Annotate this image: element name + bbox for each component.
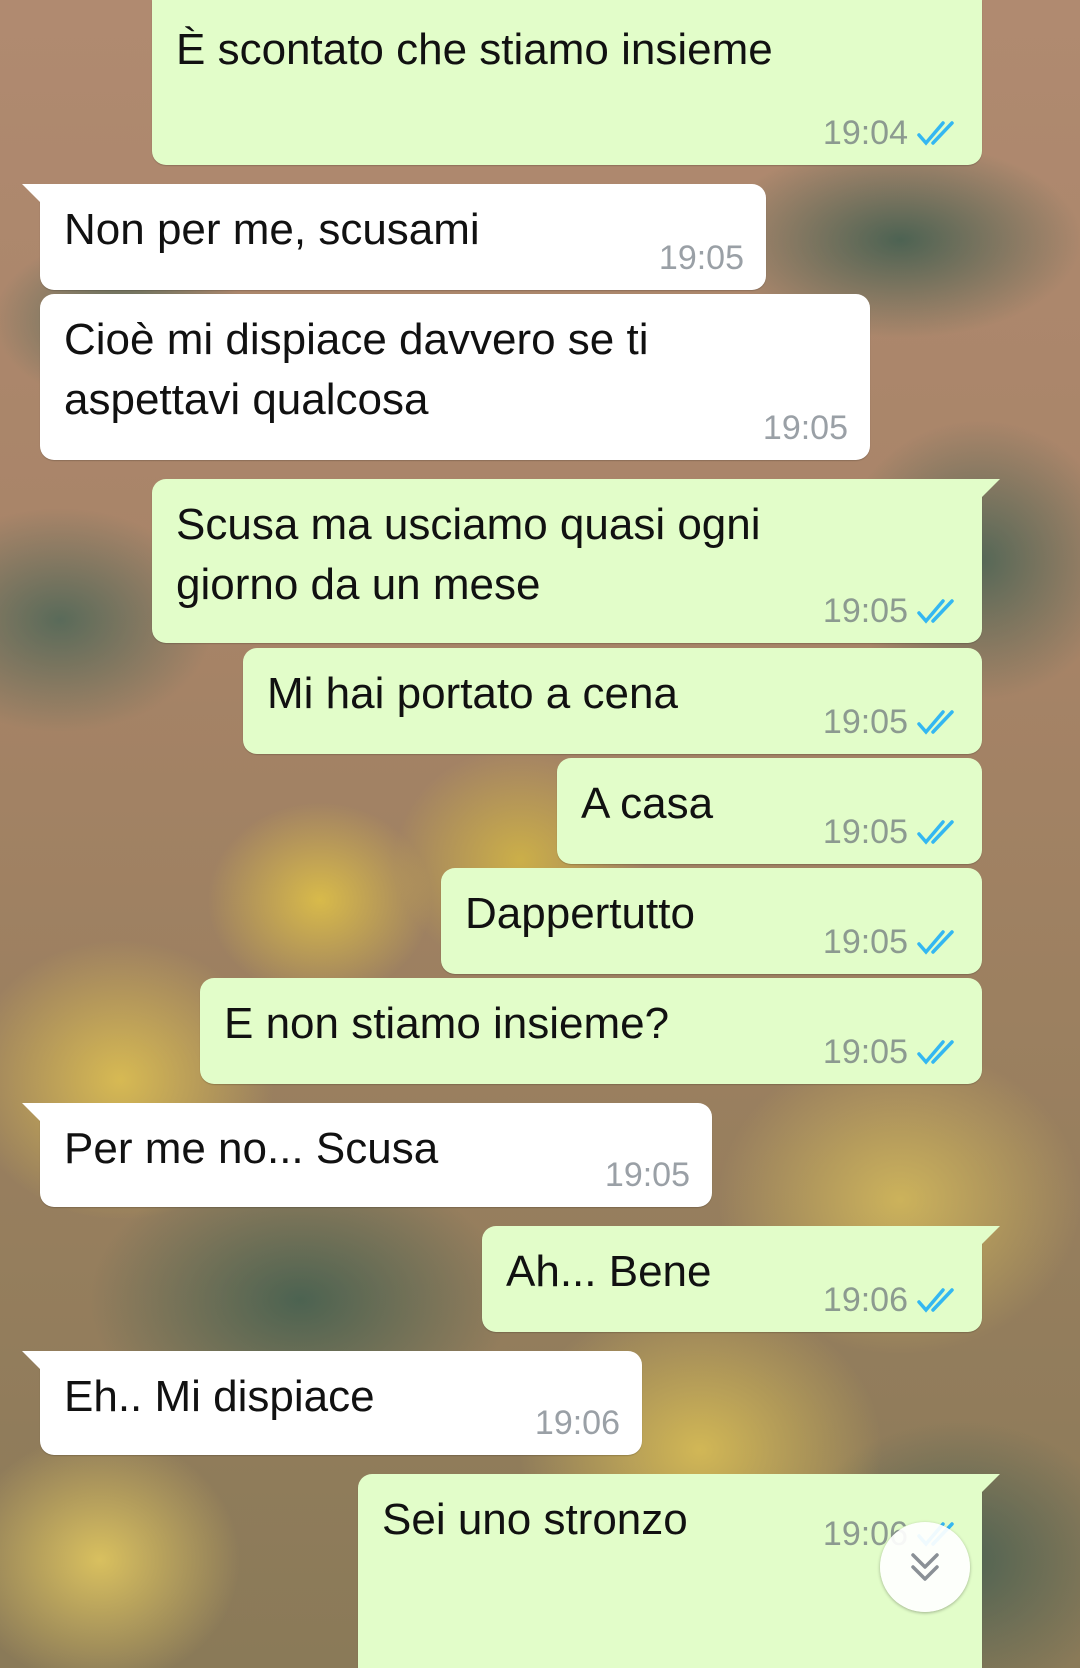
message-incoming[interactable]: Eh.. Mi dispiace 19:06 — [22, 1351, 642, 1455]
message-text: Scusa ma usciamo quasi ogni giorno da un… — [176, 500, 761, 609]
message-time: 19:05 — [822, 923, 908, 961]
message-outgoing[interactable]: È scontato che stiamo insieme 19:04 — [152, 0, 982, 165]
double-check-icon — [917, 820, 954, 845]
message-text: Mi hai portato a cena — [267, 669, 678, 718]
message-time: 19:06 — [822, 1281, 908, 1319]
double-check-icon — [917, 710, 954, 735]
message-meta: 19:06 — [535, 1403, 620, 1443]
message-outgoing[interactable]: Scusa ma usciamo quasi ogni giorno da un… — [152, 479, 1000, 643]
message-text: È scontato che stiamo insieme — [176, 25, 773, 74]
message-meta: 19:05 — [823, 702, 960, 742]
message-time: 19:05 — [822, 1033, 908, 1071]
message-meta: 19:05 — [823, 922, 960, 962]
message-meta: 19:05 — [823, 1032, 960, 1072]
message-meta: 19:05 — [605, 1155, 690, 1195]
message-outgoing[interactable]: Dappertutto 19:05 — [441, 868, 982, 974]
message-time: 19:06 — [534, 1404, 620, 1442]
message-text: Non per me, scusami — [64, 205, 480, 254]
message-time: 19:05 — [822, 592, 908, 630]
chevron-double-down-icon — [911, 1553, 939, 1581]
message-meta: 19:05 — [823, 591, 960, 631]
message-outgoing[interactable]: Mi hai portato a cena 19:05 — [243, 648, 982, 754]
message-incoming[interactable]: Non per me, scusami 19:05 — [22, 184, 766, 290]
message-time: 19:05 — [762, 409, 848, 447]
message-text: Dappertutto — [465, 889, 695, 938]
message-text: Eh.. Mi dispiace — [64, 1372, 375, 1421]
message-time: 19:05 — [822, 703, 908, 741]
message-text: E non stiamo insieme? — [224, 999, 670, 1048]
double-check-icon — [917, 599, 954, 624]
message-meta: 19:04 — [823, 113, 960, 153]
message-time: 19:05 — [822, 813, 908, 851]
message-time: 19:05 — [604, 1156, 690, 1194]
message-meta: 19:05 — [763, 408, 848, 448]
message-meta: 19:05 — [823, 812, 960, 852]
scroll-to-bottom-button[interactable] — [880, 1522, 970, 1612]
message-time: 19:04 — [822, 114, 908, 152]
message-incoming[interactable]: Per me no... Scusa 19:05 — [22, 1103, 712, 1207]
message-outgoing[interactable]: Ah... Bene 19:06 — [482, 1226, 1000, 1332]
message-outgoing[interactable]: E non stiamo insieme? 19:05 — [200, 978, 982, 1084]
message-meta: 19:05 — [659, 238, 744, 278]
message-meta: 19:06 — [823, 1280, 960, 1320]
message-time: 19:05 — [658, 239, 744, 277]
message-text: A casa — [581, 779, 714, 828]
message-text: Sei uno stronzo — [382, 1495, 688, 1544]
message-text: Ah... Bene — [506, 1247, 712, 1296]
message-outgoing[interactable]: A casa 19:05 — [557, 758, 982, 864]
double-check-icon — [917, 121, 954, 146]
double-check-icon — [917, 1040, 954, 1065]
message-text: Per me no... Scusa — [64, 1124, 439, 1173]
double-check-icon — [917, 1288, 954, 1313]
double-check-icon — [917, 930, 954, 955]
message-incoming[interactable]: Cioè mi dispiace davvero se ti aspettavi… — [40, 294, 870, 460]
message-text: Cioè mi dispiace davvero se ti aspettavi… — [64, 315, 649, 424]
